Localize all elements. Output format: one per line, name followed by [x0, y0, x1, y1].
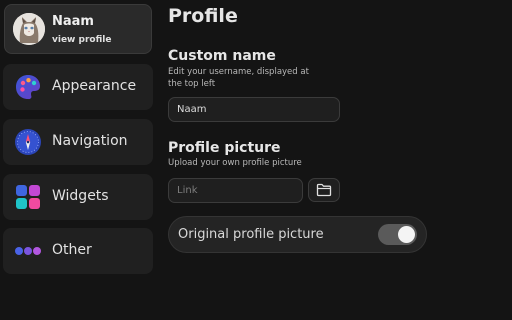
cat-avatar-icon: [13, 13, 45, 45]
sidebar-item-label: Other: [52, 242, 92, 258]
custom-name-input[interactable]: [168, 97, 340, 122]
profile-name: Naam: [52, 14, 94, 29]
compass-icon: [15, 129, 41, 155]
sidebar-item-navigation[interactable]: Navigation: [3, 119, 153, 165]
toggle-knob: [398, 226, 415, 243]
sidebar-item-label: Widgets: [52, 188, 109, 204]
sidebar-item-widgets[interactable]: Widgets: [3, 174, 153, 220]
palette-icon: [16, 75, 40, 100]
folder-icon: [316, 183, 332, 197]
page-title: Profile: [168, 5, 238, 27]
dots-icon: [15, 247, 41, 255]
original-picture-setting: Original profile picture: [168, 216, 427, 253]
sidebar-item-label: Appearance: [52, 78, 137, 94]
original-picture-toggle[interactable]: [378, 224, 417, 245]
profile-picture-description: Upload your own profile picture: [168, 158, 302, 168]
sidebar-item-label: Navigation: [52, 133, 128, 149]
sidebar-item-appearance[interactable]: Appearance: [3, 64, 153, 110]
sidebar-item-other[interactable]: Other: [3, 228, 153, 274]
original-picture-label: Original profile picture: [178, 227, 324, 242]
profile-card[interactable]: Naam view profile: [4, 4, 152, 54]
settings-window: Naam view profile Appearance Navigation …: [0, 0, 512, 320]
custom-name-description: Edit your username, displayed at the top…: [168, 67, 309, 89]
widgets-icon: [16, 185, 40, 209]
custom-name-heading: Custom name: [168, 48, 276, 64]
upload-picture-button[interactable]: [308, 178, 340, 202]
avatar: [13, 13, 45, 45]
profile-picture-link-input[interactable]: [168, 178, 303, 203]
profile-picture-heading: Profile picture: [168, 140, 281, 156]
view-profile-link[interactable]: view profile: [52, 35, 111, 45]
